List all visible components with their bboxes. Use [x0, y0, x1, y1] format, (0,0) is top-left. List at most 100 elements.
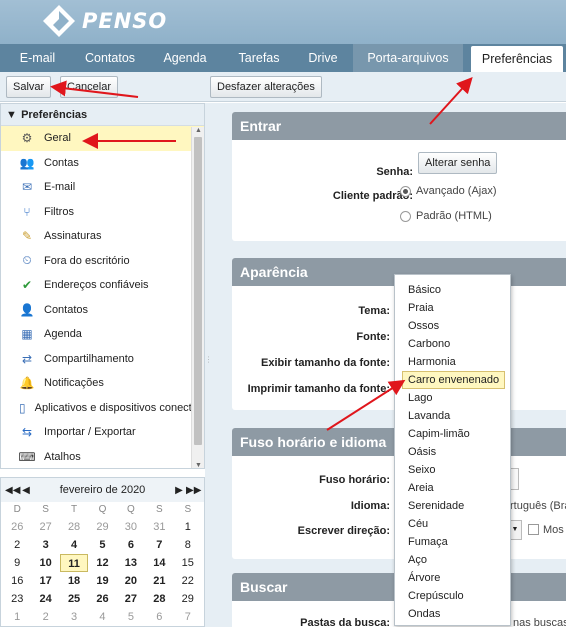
- radio-advanced[interactable]: Avançado (Ajax): [400, 185, 497, 197]
- theme-option[interactable]: Seixo: [395, 461, 510, 479]
- sidebar-item-compartilhamento[interactable]: ⇄ Compartilhamento: [1, 347, 204, 372]
- tab-prefer-ncias[interactable]: Preferências: [471, 46, 563, 72]
- calendar-day[interactable]: 6: [117, 536, 145, 554]
- sidebar-item-contatos[interactable]: 👤 Contatos: [1, 298, 204, 323]
- scroll-down-icon[interactable]: ▼: [195, 462, 202, 468]
- radio-standard-dot[interactable]: [400, 210, 411, 222]
- undo-changes-button[interactable]: Desfazer alterações: [210, 76, 322, 98]
- calendar-day[interactable]: 9: [3, 554, 31, 572]
- scroll-up-icon[interactable]: ▲: [195, 127, 202, 134]
- theme-option[interactable]: Praia: [395, 299, 510, 317]
- sidebar-header[interactable]: ▼ Preferências: [1, 104, 204, 126]
- calendar-day[interactable]: 22: [174, 572, 202, 590]
- calendar-day[interactable]: 28: [145, 590, 173, 608]
- tab-tarefas[interactable]: Tarefas: [225, 44, 293, 72]
- tab-drive[interactable]: Drive: [293, 44, 353, 72]
- calendar-day[interactable]: 4: [60, 536, 88, 554]
- calendar-day[interactable]: 3: [31, 536, 59, 554]
- theme-option[interactable]: Básico: [395, 281, 510, 299]
- calendar-day[interactable]: 11: [59, 554, 89, 572]
- sidebar-item-importar-exportar[interactable]: ⇆ Importar / Exportar: [1, 420, 204, 445]
- calendar-day[interactable]: 15: [174, 554, 202, 572]
- sidebar-item-notificacoes[interactable]: 🔔 Notificações: [1, 371, 204, 396]
- calendar-day[interactable]: 2: [31, 608, 59, 626]
- tab-e-mail[interactable]: E-mail: [0, 44, 75, 72]
- tab-contatos[interactable]: Contatos: [75, 44, 145, 72]
- calendar-day[interactable]: 5: [117, 608, 145, 626]
- theme-option[interactable]: Ossos: [395, 317, 510, 335]
- calendar-day[interactable]: 6: [145, 608, 173, 626]
- calendar-day[interactable]: 26: [3, 518, 31, 536]
- calendar-day[interactable]: 29: [88, 518, 116, 536]
- tab-porta-arquivos[interactable]: Porta-arquivos: [353, 44, 463, 72]
- theme-option[interactable]: Aço: [395, 551, 510, 569]
- calendar-day[interactable]: 26: [88, 590, 116, 608]
- theme-option[interactable]: Ondas: [395, 605, 510, 623]
- theme-option[interactable]: Harmonia: [395, 353, 510, 371]
- next-month-icon[interactable]: ▶: [172, 485, 186, 496]
- calendar-day[interactable]: 1: [3, 608, 31, 626]
- show-checkbox[interactable]: [528, 524, 539, 535]
- sidebar-item-contas[interactable]: 👥 Contas: [1, 151, 204, 176]
- calendar-day[interactable]: 27: [31, 518, 59, 536]
- sidebar-item-geral[interactable]: ⚙ Geral: [1, 126, 204, 151]
- calendar-day[interactable]: 1: [174, 518, 202, 536]
- theme-option[interactable]: Árvore: [395, 569, 510, 587]
- app-logo[interactable]: PENSO: [42, 4, 192, 38]
- calendar-day[interactable]: 5: [88, 536, 116, 554]
- calendar-day[interactable]: 25: [60, 590, 88, 608]
- theme-option[interactable]: Areia: [395, 479, 510, 497]
- calendar-day[interactable]: 4: [88, 608, 116, 626]
- save-button[interactable]: Salvar: [6, 76, 52, 98]
- sidebar-item-filtros[interactable]: ⑂ Filtros: [1, 200, 204, 225]
- calendar-day[interactable]: 14: [145, 554, 173, 572]
- theme-option[interactable]: Carro envenenado: [402, 371, 505, 389]
- sidebar-item-atalhos[interactable]: ⌨ Atalhos: [1, 445, 204, 469]
- theme-option[interactable]: Capim-limão: [395, 425, 510, 443]
- calendar-day[interactable]: 31: [145, 518, 173, 536]
- calendar-day[interactable]: 10: [31, 554, 59, 572]
- calendar-day[interactable]: 30: [117, 518, 145, 536]
- calendar-day[interactable]: 24: [31, 590, 59, 608]
- calendar-day[interactable]: 23: [3, 590, 31, 608]
- sidebar-item-aplicativos-e-dispositivos-conectados[interactable]: ▯ Aplicativos e dispositivos conectados: [1, 396, 204, 421]
- calendar-day[interactable]: 29: [174, 590, 202, 608]
- prev-month-icon[interactable]: ◀: [19, 485, 33, 496]
- calendar-day[interactable]: 3: [60, 608, 88, 626]
- calendar-day[interactable]: 20: [117, 572, 145, 590]
- calendar-day[interactable]: 19: [88, 572, 116, 590]
- theme-option[interactable]: Lavanda: [395, 407, 510, 425]
- calendar-day[interactable]: 28: [60, 518, 88, 536]
- calendar-day[interactable]: 12: [88, 554, 116, 572]
- sidebar-scrollbar[interactable]: ▲ ▼: [191, 127, 204, 468]
- sidebar-item-e-mail[interactable]: ✉ E-mail: [1, 175, 204, 200]
- theme-dropdown-list[interactable]: Básico Praia Ossos Carbono Harmonia Carro env…: [394, 274, 511, 626]
- calendar-day[interactable]: 13: [117, 554, 145, 572]
- theme-option[interactable]: Fumaça: [395, 533, 510, 551]
- calendar-day[interactable]: 7: [145, 536, 173, 554]
- sidebar-item-enderecos-confiaveis[interactable]: ✔ Endereços confiáveis: [1, 273, 204, 298]
- theme-option[interactable]: Céu: [395, 515, 510, 533]
- calendar-day[interactable]: 2: [3, 536, 31, 554]
- radio-standard[interactable]: Padrão (HTML): [400, 210, 492, 222]
- theme-option[interactable]: Lago: [395, 389, 510, 407]
- sidebar-item-assinaturas[interactable]: ✎ Assinaturas: [1, 224, 204, 249]
- calendar-day[interactable]: 8: [174, 536, 202, 554]
- tab-agenda[interactable]: Agenda: [145, 44, 225, 72]
- language-select-value[interactable]: rtuguês (Bra: [510, 500, 566, 512]
- calendar-day[interactable]: 18: [60, 572, 88, 590]
- scroll-thumb[interactable]: [194, 137, 202, 445]
- sidebar-item-fora-do-escritorio[interactable]: ⏲ Fora do escritório: [1, 249, 204, 274]
- radio-advanced-dot[interactable]: [400, 185, 411, 197]
- theme-option[interactable]: Carbono: [395, 335, 510, 353]
- cancel-button[interactable]: Cancelar: [60, 76, 119, 98]
- sidebar-item-agenda[interactable]: ▦ Agenda: [1, 322, 204, 347]
- theme-option[interactable]: Oásis: [395, 443, 510, 461]
- collapse-triangle-icon[interactable]: ▼: [6, 104, 18, 126]
- change-password-button[interactable]: Alterar senha: [418, 152, 498, 174]
- theme-option[interactable]: Serenidade: [395, 497, 510, 515]
- calendar-day[interactable]: 7: [174, 608, 202, 626]
- theme-option[interactable]: Crepúsculo: [395, 587, 510, 605]
- calendar-day[interactable]: 27: [117, 590, 145, 608]
- calendar-day[interactable]: 21: [145, 572, 173, 590]
